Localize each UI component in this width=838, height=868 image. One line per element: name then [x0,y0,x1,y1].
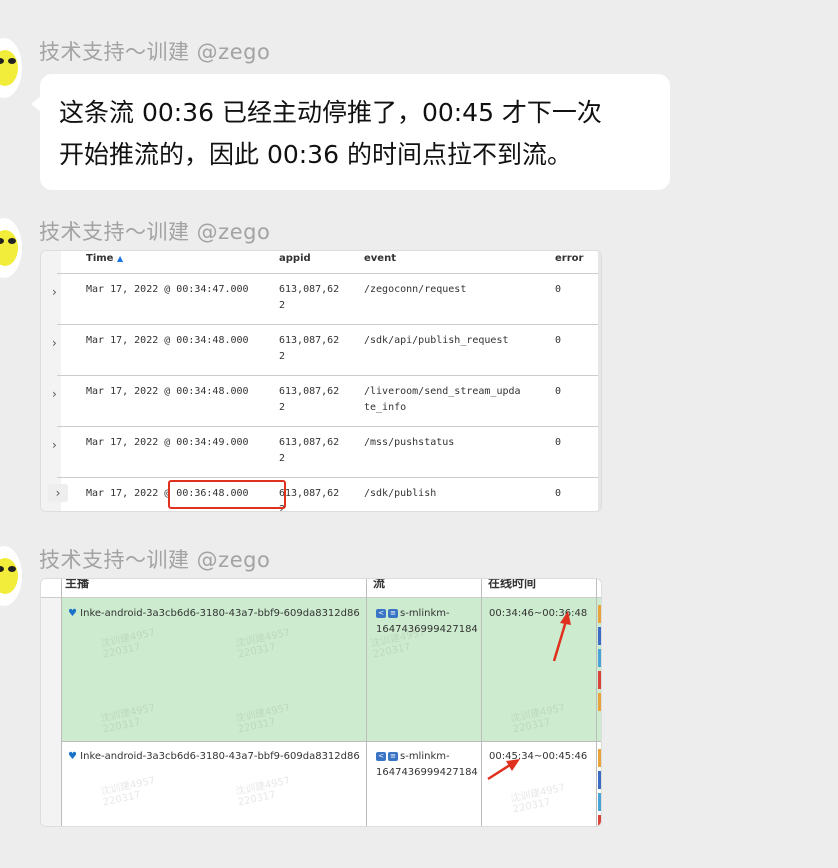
side-tab[interactable] [598,771,601,789]
expand-chevron-icon[interactable]: › [52,438,57,452]
col-event[interactable]: event [364,253,396,264]
cell-time: Mar 17, 2022 @ 00:34:48.000 [86,386,249,397]
cell-event: /sdk/publish [364,488,437,499]
table-row[interactable]: › Mar 17, 2022 @ 00:34:48.000 613,087,62… [52,324,599,375]
list-icon[interactable]: ≡ [388,751,398,761]
col-error[interactable]: error [555,253,583,264]
side-tab[interactable] [598,815,601,826]
arrow-icon [487,759,520,781]
cell-event: /liveroom/send_stream_upda te_info [364,386,521,413]
cell-event: /sdk/api/publish_request [364,335,509,346]
cell-error: 0 [555,437,562,448]
side-tab[interactable] [598,749,601,767]
cell-anchor: ♥ Inke-android-3a3cb6d6-3180-43a7-bbf9-6… [68,751,360,762]
expand-chevron-icon[interactable]: › [52,336,57,350]
cell-event: /zegoconn/request [364,284,467,295]
message-text: 这条流 00:36 已经主动停推了，00:45 才下一次 开始推流的，因此 00… [59,98,602,169]
sender-name: 技术支持～训建 @zego [39,220,271,244]
side-tab[interactable] [598,793,601,811]
sender-name: 技术支持～训建 @zego [39,548,271,572]
cell-appid: 613,087,62 2 [279,284,340,311]
left-gutter [41,579,61,826]
cell-appid: 613,087,62 2 [279,386,340,413]
expand-chevron-icon[interactable]: › [48,484,68,502]
cell-event: /mss/pushstatus [364,437,455,448]
table-row[interactable]: › Mar 17, 2022 @ 00:34:47.000 613,087,62… [52,273,599,324]
cell-error: 0 [555,335,562,346]
scrollbar[interactable] [598,251,601,511]
cell-error: 0 [555,284,562,295]
avatar[interactable] [0,546,22,606]
col-stream: 流 [373,578,386,590]
highlight-box [168,480,286,509]
share-icon[interactable]: < [376,751,386,761]
sender-name: 技术支持～训建 @zego [39,40,271,64]
expand-chevron-icon[interactable]: › [52,285,57,299]
heart-icon: ♥ [68,608,77,619]
table-row[interactable]: › Mar 17, 2022 @ 00:34:49.000 613,087,62… [52,426,599,477]
cell-time: Mar 17, 2022 @ 00:34:47.000 [86,284,249,295]
avatar[interactable] [0,218,22,278]
side-tab[interactable] [598,693,601,711]
cell-stream: < ≡ s-mlinkm- 1647436999427184 [376,751,478,778]
list-icon[interactable]: ≡ [388,608,398,618]
expand-chevron-icon[interactable]: › [52,387,57,401]
log-screenshot[interactable]: Time ▲ appid event error › Mar 17, 2022 … [40,250,602,512]
cell-anchor: ♥ Inke-android-3a3cb6d6-3180-43a7-bbf9-6… [68,608,360,619]
col-appid[interactable]: appid [279,253,311,264]
arrow-icon [552,611,571,662]
cell-time: Mar 17, 2022 @ 00:34:49.000 [86,437,249,448]
table-header: 主播 流 在线时间 [41,579,601,598]
col-online-time: 在线时间 [488,578,537,590]
avatar[interactable] [0,38,22,98]
cell-appid: 613,087,62 2 [279,488,340,512]
col-time[interactable]: Time ▲ [86,253,123,264]
cell-time: Mar 17, 2022 @ 00:34:48.000 [86,335,249,346]
heart-icon: ♥ [68,751,77,762]
cell-error: 0 [555,386,562,397]
sort-asc-icon[interactable]: ▲ [117,254,123,263]
cell-error: 0 [555,488,562,499]
table-row[interactable]: › Mar 17, 2022 @ 00:34:48.000 613,087,62… [52,375,599,426]
message-bubble[interactable]: 这条流 00:36 已经主动停推了，00:45 才下一次 开始推流的，因此 00… [31,74,670,190]
table-header: Time ▲ appid event error [41,251,601,275]
col-anchor: 主播 [65,578,90,590]
side-tab[interactable] [598,627,601,645]
side-tab[interactable] [598,649,601,667]
side-tab[interactable] [598,671,601,689]
share-icon[interactable]: < [376,608,386,618]
side-tab[interactable] [598,605,601,623]
cell-appid: 613,087,62 2 [279,437,340,464]
cell-appid: 613,087,62 2 [279,335,340,362]
table-row[interactable]: › Mar 17, 2022 @ 00:36:48.000 613,087,62… [48,477,599,512]
stream-screenshot[interactable]: 主播 流 在线时间 ♥ Inke-android-3a3cb6d6-3180-4… [40,578,602,827]
